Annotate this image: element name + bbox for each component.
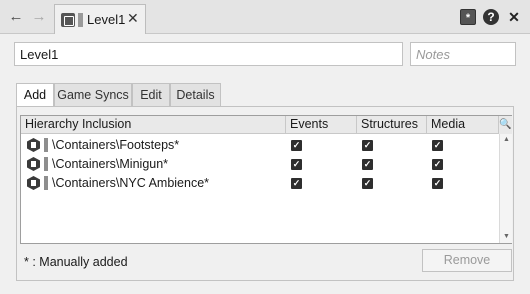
column-events[interactable]: Events	[286, 116, 357, 134]
container-icon	[27, 157, 40, 171]
color-swatch	[44, 176, 48, 190]
document-tab[interactable]: Level1 ✕	[54, 4, 146, 34]
table-row[interactable]: \Containers\Minigun* ✓ ✓ ✓	[21, 155, 499, 174]
events-checkbox[interactable]: ✓	[291, 178, 302, 189]
soundbank-icon	[61, 13, 75, 27]
structures-checkbox[interactable]: ✓	[362, 178, 373, 189]
color-swatch	[78, 13, 83, 27]
scroll-down-icon[interactable]: ▼	[500, 232, 513, 242]
color-swatch	[44, 157, 48, 171]
color-swatch	[44, 138, 48, 152]
events-checkbox[interactable]: ✓	[291, 159, 302, 170]
name-field[interactable]: Level1	[14, 42, 403, 66]
container-icon	[27, 138, 40, 152]
manually-added-note: * : Manually added	[24, 255, 128, 269]
table-row[interactable]: \Containers\Footsteps* ✓ ✓ ✓	[21, 136, 499, 155]
table-row[interactable]: \Containers\NYC Ambience* ✓ ✓ ✓	[21, 174, 499, 193]
forward-arrow-icon[interactable]: →	[30, 8, 48, 26]
structures-checkbox[interactable]: ✓	[362, 159, 373, 170]
media-checkbox[interactable]: ✓	[432, 178, 443, 189]
tab-title: Level1	[87, 12, 126, 27]
column-hierarchy-inclusion[interactable]: Hierarchy Inclusion	[21, 116, 286, 134]
table-header: Hierarchy Inclusion Events Structures Me…	[21, 116, 499, 134]
notes-field[interactable]: Notes	[410, 42, 516, 66]
row-path: \Containers\NYC Ambience*	[52, 176, 210, 190]
tab-details[interactable]: Details	[170, 83, 221, 107]
media-checkbox[interactable]: ✓	[432, 159, 443, 170]
tab-add[interactable]: Add	[16, 83, 54, 108]
tab-game-syncs[interactable]: Game Syncs	[54, 83, 132, 107]
inclusion-table: Hierarchy Inclusion Events Structures Me…	[20, 115, 512, 244]
remove-button[interactable]: Remove	[422, 249, 512, 272]
vertical-scrollbar[interactable]: ▲ ▼	[499, 134, 512, 243]
column-media[interactable]: Media	[427, 116, 499, 134]
container-icon	[27, 176, 40, 190]
search-icon[interactable]: 🔍	[498, 116, 512, 134]
pin-icon[interactable]: *	[460, 9, 476, 25]
tab-close-icon[interactable]: ✕	[127, 10, 139, 27]
back-arrow-icon[interactable]: ←	[7, 8, 25, 26]
title-bar: ← → Level1 ✕ * ? ✕	[0, 0, 530, 34]
help-icon[interactable]: ?	[483, 9, 499, 25]
column-structures[interactable]: Structures	[357, 116, 427, 134]
scroll-up-icon[interactable]: ▲	[500, 135, 513, 145]
tab-edit[interactable]: Edit	[132, 83, 170, 107]
row-path: \Containers\Minigun*	[52, 157, 169, 171]
close-icon[interactable]: ✕	[506, 9, 522, 25]
events-checkbox[interactable]: ✓	[291, 140, 302, 151]
structures-checkbox[interactable]: ✓	[362, 140, 373, 151]
media-checkbox[interactable]: ✓	[432, 140, 443, 151]
row-path: \Containers\Footsteps*	[52, 138, 180, 152]
